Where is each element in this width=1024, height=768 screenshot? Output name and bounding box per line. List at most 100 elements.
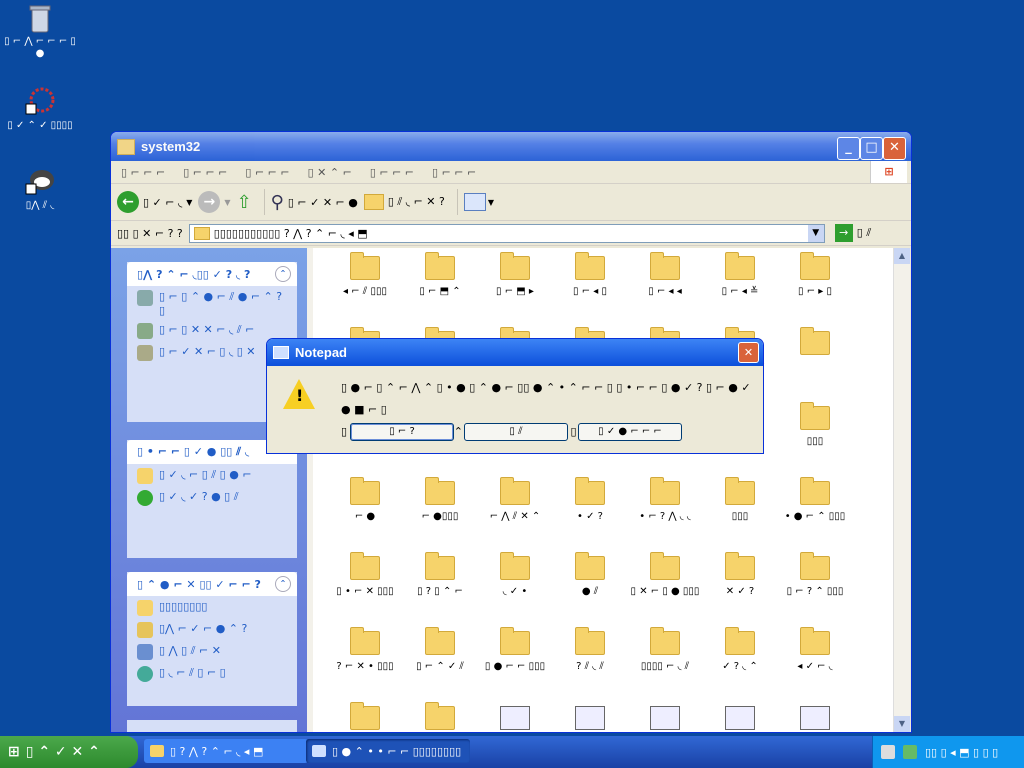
folder-item[interactable] [779,327,851,361]
dialog-titlebar[interactable]: Notepad [267,339,763,366]
folder-item[interactable]: • ● ⌐ ⌃ ▯▯▯ [779,477,851,522]
folder-item[interactable] [329,702,401,732]
folder-item[interactable]: ◂ ✓ ⌐ ◟ [779,627,851,672]
up-folder-button[interactable]: ⇧ [237,192,252,213]
network-icon[interactable] [903,745,917,759]
chevron-down-icon[interactable]: ▼ [807,224,824,242]
folder-item[interactable]: ⌐ ● [329,477,401,522]
folder-item[interactable]: ? ⌐ ✕ • ▯▯▯ [329,627,401,672]
folder-name: ▯ • ⌐ ✕ ▯▯▯ [336,586,394,597]
collapse-icon[interactable]: ⌃ [275,266,291,282]
collapse-icon[interactable]: ⌃ [275,576,291,592]
task-link[interactable]: ▯ ⌐ ▯ ⌃ ● ⌐ ⫽ ● ⌐ ⌃ ? ▯ [127,286,297,319]
file-item[interactable] [629,706,701,732]
app-shortcut[interactable]: ▯⋀ ⫽ ◟ [0,166,80,212]
go-button[interactable]: → ▯ ⫽ [834,224,871,242]
file-item[interactable] [554,706,626,732]
address-input[interactable]: ▯▯▯▯▯▯▯▯▯▯▯ ? ⋀ ? ⌃ ⌐ ◟ ◂ ⬒ ▼ [188,223,825,243]
task-link[interactable]: ▯ ◟ ⌐ ⫽ ▯ ⌐ ▯ [127,662,297,684]
file-item[interactable] [479,706,551,732]
cancel-button[interactable]: ▯ ✓ ● ⌐ ⌐ ⌐ [578,423,682,441]
menu-favorites[interactable]: ▯ ✕ ⌃ ⌐ [308,166,352,179]
menu-tools[interactable]: ▯ ⌐ ⌐ ⌐ [370,166,414,179]
folder-item[interactable]: ▯ ⌐ ⬒ ⌃ [404,252,476,297]
maximize-button[interactable]: □ [860,137,883,160]
task-link[interactable]: ▯ ✓ ◟ ✓ ? ● ▯ ⫽ [127,486,297,508]
task-link[interactable]: ▯▯▯▯▯▯▯▯ [127,596,297,618]
menu-help[interactable]: ▯ ⌐ ⌐ ⌐ [432,166,476,179]
back-button[interactable]: ← ▯ ✓ ⌐ ◟ ▼ [117,191,192,213]
task-link-label: ▯▯▯▯▯▯▯▯ [159,600,208,613]
folder-item[interactable]: • ✓ ? [554,477,626,522]
views-button[interactable]: ▼ [463,193,494,211]
taskbar-item-notepad[interactable]: ▯ ● ⌃ • • ⌐ ⌐ ▯▯▯▯▯▯▯▯ [306,739,470,763]
scroll-up-icon[interactable]: ▲ [894,248,910,264]
search-button[interactable]: ⚲ ▯ ⌐ ✓ ✕ ⌐ ● [271,192,358,213]
folder-item[interactable]: ● ⫽ [554,552,626,597]
folder-item[interactable]: ◂ ⌐ ⫽ ▯▯▯ [329,252,401,297]
vertical-scrollbar[interactable]: ▲ ▼ [893,248,910,732]
folder-item[interactable] [404,702,476,732]
folder-item[interactable]: ▯ ? ▯ ⌃ ⌐ [404,552,476,597]
folder-name: ▯ ⌐ ⌃ ✓ ⫽ [416,661,464,672]
folder-name: ▯ ? ▯ ⌃ ⌐ [417,586,463,597]
folder-item[interactable]: ▯ ⌐ ◂ ▯ [554,252,626,297]
close-button[interactable]: ✕ [883,137,906,160]
file-item[interactable] [779,706,851,732]
folder-name: • ● ⌐ ⌃ ▯▯▯ [784,511,846,522]
start-button[interactable]: ⊞ ▯ ⌃ ✓ ✕ ⌃ [0,736,138,768]
folder-icon [575,252,605,280]
menu-file[interactable]: ▯ ⌐ ⌐ ⌐ [121,166,165,179]
folder-name: ▯ ⌐ ? ⌃ ▯▯▯ [786,586,844,597]
internet-shortcut[interactable]: ▯ ✓ ⌃ ✓ ▯▯▯▯ [0,86,80,132]
folder-item[interactable]: ▯ ✕ ⌐ ▯ ● ▯▯▯ [629,552,701,597]
folder-item[interactable]: ▯ ⌐ ⌃ ✓ ⫽ [404,627,476,672]
go-arrow-icon: → [834,224,853,242]
folder-item[interactable]: ▯▯▯ [704,477,776,522]
folder-item[interactable]: ▯ ⌐ ▸ ▯ [779,252,851,297]
file-icon [725,706,755,730]
folder-icon [650,477,680,505]
task-link[interactable]: ▯ ⋀ ▯ ⫽ ⌐ ✕ [127,640,297,662]
folder-item[interactable]: ✕ ✓ ? [704,552,776,597]
window-titlebar[interactable]: system32 [111,132,911,161]
scroll-down-icon[interactable]: ▼ [894,716,910,732]
folder-item[interactable]: ✓ ? ◟ ⌃ [704,627,776,672]
panel-header[interactable]: ▯ ⌃ ● ⌐ ✕ ▯▯ ✓ ⌐ ⌐ ? ⌃ [127,572,297,596]
folder-item[interactable]: ▯▯▯ [779,402,851,447]
forward-button[interactable]: → ▼ [198,191,231,213]
dialog-close-button[interactable]: ✕ [738,342,759,363]
task-link[interactable]: ▯ ✓ ◟ ⌐ ▯ ⫽ ▯ ● ⌐ [127,464,297,486]
folder-item[interactable]: ◟ ✓ • [479,552,551,597]
file-icon [500,706,530,730]
folder-item[interactable]: ▯ ⌐ ◂ ◂ [629,252,701,297]
recycle-bin-shortcut[interactable]: ▯ ⌐ ⋀ ⌐ ⌐ ⌐ ▯ ● [0,2,80,60]
system-tray: ▯▯ ▯ ◂ ⬒ ▯ ▯ ▯ [872,736,1024,768]
menu-view[interactable]: ▯ ⌐ ⌐ ⌐ [245,166,289,179]
folder-item[interactable]: ▯ ● ⌐ ⌐ ▯▯▯ [479,627,551,672]
task-link[interactable]: ▯⋀ ⌐ ✓ ⌐ ● ⌃ ? [127,618,297,640]
panel-title: ▯ ⌃ ● ⌐ ✕ ▯▯ ✓ ⌐ ⌐ ? [137,577,261,591]
folder-item[interactable]: ? ⫽ ◟ ⫽ [554,627,626,672]
clock[interactable]: ▯▯ ▯ ◂ ⬒ ▯ ▯ ▯ [925,746,998,759]
folder-item[interactable]: ▯ • ⌐ ✕ ▯▯▯ [329,552,401,597]
panel-header[interactable]: ▯⋀ ? ⌃ ⌐ ◟▯▯ ✓ ? ◟ ? ⌃ [127,262,297,286]
folder-item[interactable]: ▯ ⌐ ◂ ≚ [704,252,776,297]
file-item[interactable] [704,706,776,732]
yes-button[interactable]: ▯ ⌐ ? [350,423,454,441]
folder-item[interactable]: ▯▯▯▯ ⌐ ◟ ⫽ [629,627,701,672]
folder-item[interactable]: ▯ ⌐ ⬒ ▸ [479,252,551,297]
folder-item[interactable]: • ⌐ ? ⋀ ◟ ◟ [629,477,701,522]
taskbar-item-explorer[interactable]: ▯ ? ⋀ ? ⌃ ⌐ ◟ ◂ ⬒ [144,739,308,763]
keyboard-icon[interactable] [881,745,895,759]
folders-button[interactable]: ▯ ⫽ ◟ ⌐ ✕ ? [363,194,445,210]
folder-item[interactable]: ▯ ⌐ ? ⌃ ▯▯▯ [779,552,851,597]
menu-edit[interactable]: ▯ ⌐ ⌐ ⌐ [183,166,227,179]
minimize-button[interactable]: _ [837,137,860,160]
task-pane: ▯⋀ ? ⌃ ⌐ ◟▯▯ ✓ ? ◟ ? ⌃ ▯ ⌐ ▯ ⌃ ● ⌐ ⫽ ● ⌐… [111,248,313,732]
no-button[interactable]: ▯ ⫽ [464,423,568,441]
folder-item[interactable]: ⌐ ●▯▯▯ [404,477,476,522]
views-icon [463,193,486,211]
folder-item[interactable]: ⌐ ⋀ ⫽ ✕ ⌃ [479,477,551,522]
file-icon [800,706,830,730]
